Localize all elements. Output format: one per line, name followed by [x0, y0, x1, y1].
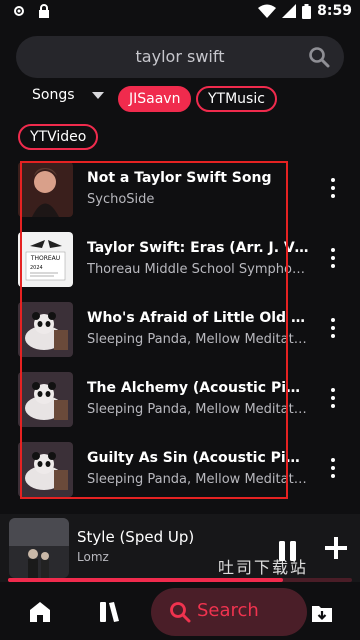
search-bar[interactable]: taylor swift: [16, 36, 344, 78]
progress-fill: [8, 578, 284, 582]
more-options-icon[interactable]: [328, 178, 338, 202]
pause-icon[interactable]: [278, 540, 298, 562]
nav-search-label: Search: [197, 600, 259, 621]
filter-bar: Songs JISaavn YTMusic YTVideo: [16, 84, 346, 154]
home-icon[interactable]: [28, 600, 52, 624]
more-options-icon[interactable]: [328, 318, 338, 342]
type-dropdown-label[interactable]: Songs: [32, 87, 75, 103]
add-to-playlist-icon[interactable]: [324, 536, 348, 560]
downloads-icon[interactable]: [310, 600, 334, 624]
now-playing-art: [9, 518, 69, 578]
chip-jisaavn[interactable]: JISaavn: [118, 86, 192, 112]
more-options-icon[interactable]: [328, 458, 338, 482]
nav-search-button[interactable]: Search: [151, 588, 307, 636]
lock-icon: [39, 4, 49, 18]
search-icon[interactable]: [308, 46, 330, 68]
chip-ytmusic[interactable]: YTMusic: [196, 86, 277, 112]
more-options-icon[interactable]: [328, 388, 338, 412]
signal-icon: [282, 4, 297, 18]
playback-progress[interactable]: [8, 578, 352, 582]
status-bar: 8:59: [0, 0, 360, 26]
settings-icon: [14, 6, 24, 16]
clock: 8:59: [317, 3, 352, 19]
chevron-down-icon[interactable]: [92, 92, 104, 100]
now-playing-title: Style (Sped Up): [77, 528, 195, 546]
now-playing-artist: Lomz: [77, 550, 109, 564]
search-input[interactable]: taylor swift: [16, 36, 344, 78]
search-icon: [170, 602, 191, 623]
mini-player[interactable]: Style (Sped Up) Lomz 吐司下载站: [0, 514, 360, 582]
chip-ytvideo[interactable]: YTVideo: [18, 124, 99, 150]
wifi-icon: [258, 4, 277, 18]
selection-highlight: [20, 161, 288, 499]
bottom-nav: Search: [0, 588, 360, 640]
battery-icon: [302, 3, 312, 19]
more-options-icon[interactable]: [328, 248, 338, 272]
library-icon[interactable]: [98, 600, 122, 624]
